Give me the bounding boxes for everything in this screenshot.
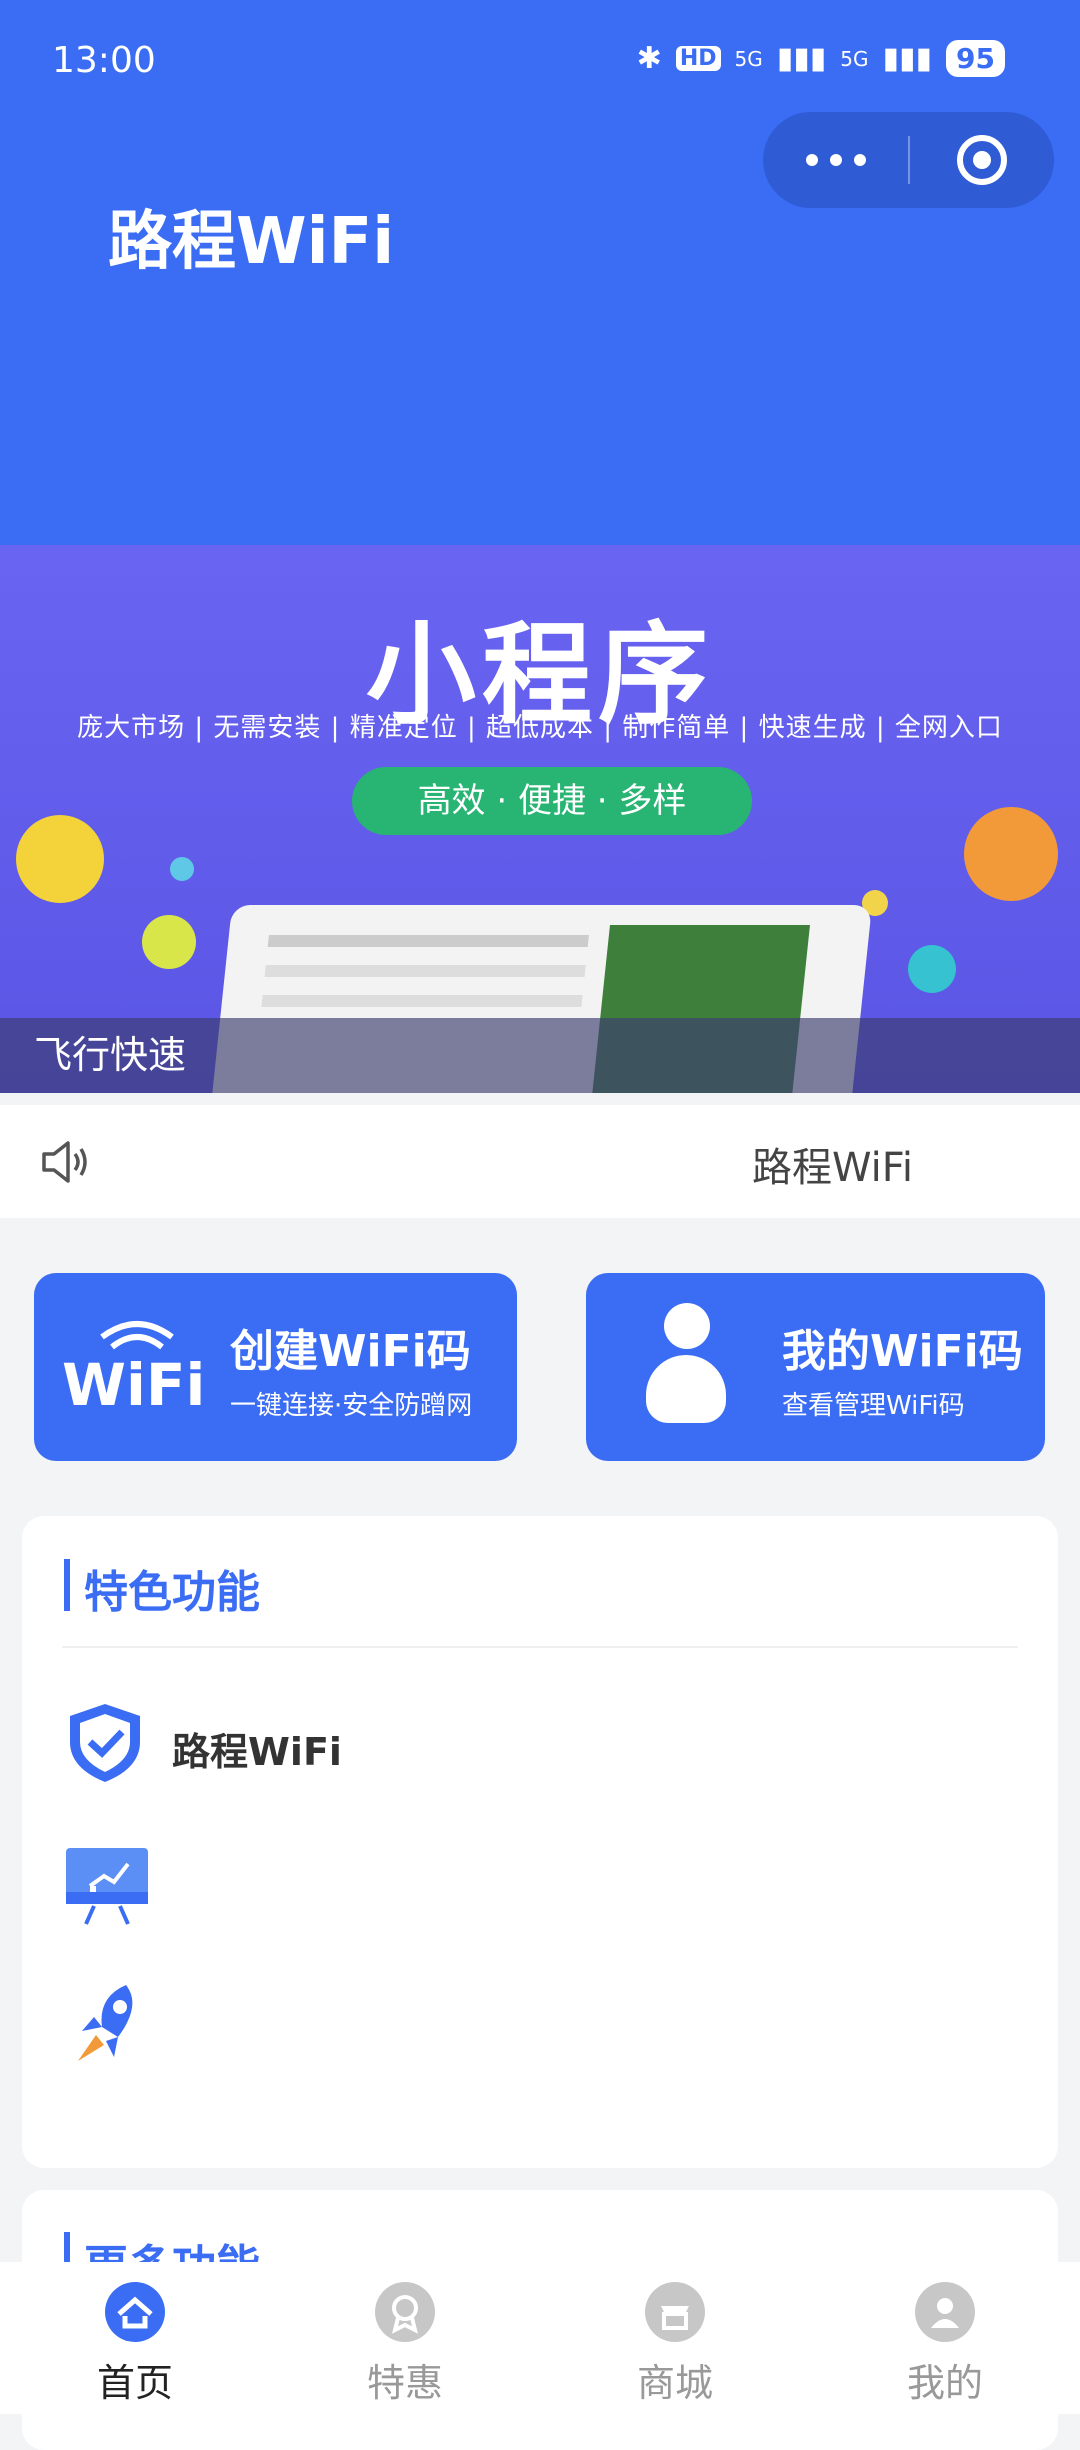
- tab-mine[interactable]: 我的: [810, 2262, 1080, 2414]
- my-wifi-code-button[interactable]: 我的WiFi码 查看管理WiFi码: [586, 1273, 1045, 1461]
- wifi-icon-text: WiFi: [62, 1351, 206, 1419]
- tab-deals[interactable]: 特惠: [270, 2262, 540, 2414]
- shield-check-icon: [62, 1700, 148, 1790]
- header: 13:00 ✱ HD 5G ▮▮▮ 5G ▮▮▮ 95 路程WiFi: [0, 0, 1080, 545]
- speaker-icon: [40, 1139, 90, 1189]
- tab-label: 特惠: [366, 2361, 443, 2405]
- create-wifi-subtitle: 一键连接·安全防蹭网: [230, 1391, 473, 1421]
- rocket-icon: [66, 1981, 146, 2075]
- tab-label: 首页: [96, 2361, 173, 2405]
- close-target-icon[interactable]: [910, 133, 1054, 187]
- dollar-icon: [142, 915, 196, 969]
- banner-caption: 飞行快速: [0, 1018, 1080, 1093]
- more-icon[interactable]: [763, 154, 908, 166]
- divider: [62, 1646, 1018, 1648]
- signal-5g-label-2: 5G: [840, 46, 869, 71]
- my-wifi-subtitle: 查看管理WiFi码: [782, 1391, 965, 1421]
- section-accent-bar: [64, 1559, 70, 1611]
- features-panel: 特色功能 路程WiFi: [22, 1516, 1058, 2168]
- signal-icon-2: ▮▮▮: [882, 41, 933, 76]
- user-icon: [915, 2282, 975, 2342]
- wifi-icon: WiFi: [62, 1317, 212, 1419]
- battery-level: 95: [946, 40, 1005, 77]
- features-title: 特色功能: [84, 1567, 260, 1618]
- banner-carousel[interactable]: 小程序 庞大市场 | 无需安装 | 精准定位 | 超低成本 | 制作简单 | 快…: [0, 545, 1080, 1093]
- status-icons: ✱ HD 5G ▮▮▮ 5G ▮▮▮ 95: [637, 40, 1005, 77]
- hd-badge: HD: [675, 46, 721, 71]
- my-wifi-title: 我的WiFi码: [782, 1326, 1023, 1377]
- user-icon: [646, 1303, 726, 1428]
- signal-icon: ▮▮▮: [776, 41, 827, 76]
- status-time: 13:00: [52, 40, 156, 81]
- tab-store[interactable]: 商城: [540, 2262, 810, 2414]
- banner-pill: 高效 · 便捷 · 多样: [352, 767, 752, 835]
- shopping-bag-icon: [16, 815, 104, 903]
- feature-label: 路程WiFi: [172, 1730, 342, 1774]
- miniprogram-capsule[interactable]: [763, 112, 1054, 208]
- notice-text: 路程WiFi: [752, 1145, 913, 1191]
- create-wifi-code-button[interactable]: WiFi 创建WiFi码 一键连接·安全防蹭网: [34, 1273, 517, 1461]
- dot-decor: [170, 857, 194, 881]
- page-title: 路程WiFi: [108, 205, 395, 279]
- banner-tags: 庞大市场 | 无需安装 | 精准定位 | 超低成本 | 制作简单 | 快速生成 …: [77, 713, 1003, 743]
- home-icon: [105, 2282, 165, 2342]
- rocket-decor-icon: [908, 945, 956, 993]
- bluetooth-icon: ✱: [636, 41, 662, 76]
- tab-bar: 首页 特惠 商城 我的: [0, 2262, 1080, 2414]
- hand-icon: [964, 807, 1058, 901]
- tab-label: 我的: [906, 2361, 983, 2405]
- notice-bar[interactable]: 路程WiFi: [0, 1105, 1080, 1218]
- feature-item-presentation[interactable]: [62, 1846, 962, 1936]
- tab-home[interactable]: 首页: [0, 2262, 270, 2414]
- tab-label: 商城: [636, 2361, 713, 2405]
- presentation-chart-icon: [64, 1846, 150, 1930]
- medal-icon: [375, 2282, 435, 2342]
- feature-item-shield[interactable]: 路程WiFi: [62, 1696, 962, 1796]
- store-icon: [645, 2282, 705, 2342]
- signal-5g-label-1: 5G: [734, 46, 763, 71]
- feature-item-rocket[interactable]: [62, 1981, 962, 2081]
- create-wifi-title: 创建WiFi码: [230, 1326, 471, 1377]
